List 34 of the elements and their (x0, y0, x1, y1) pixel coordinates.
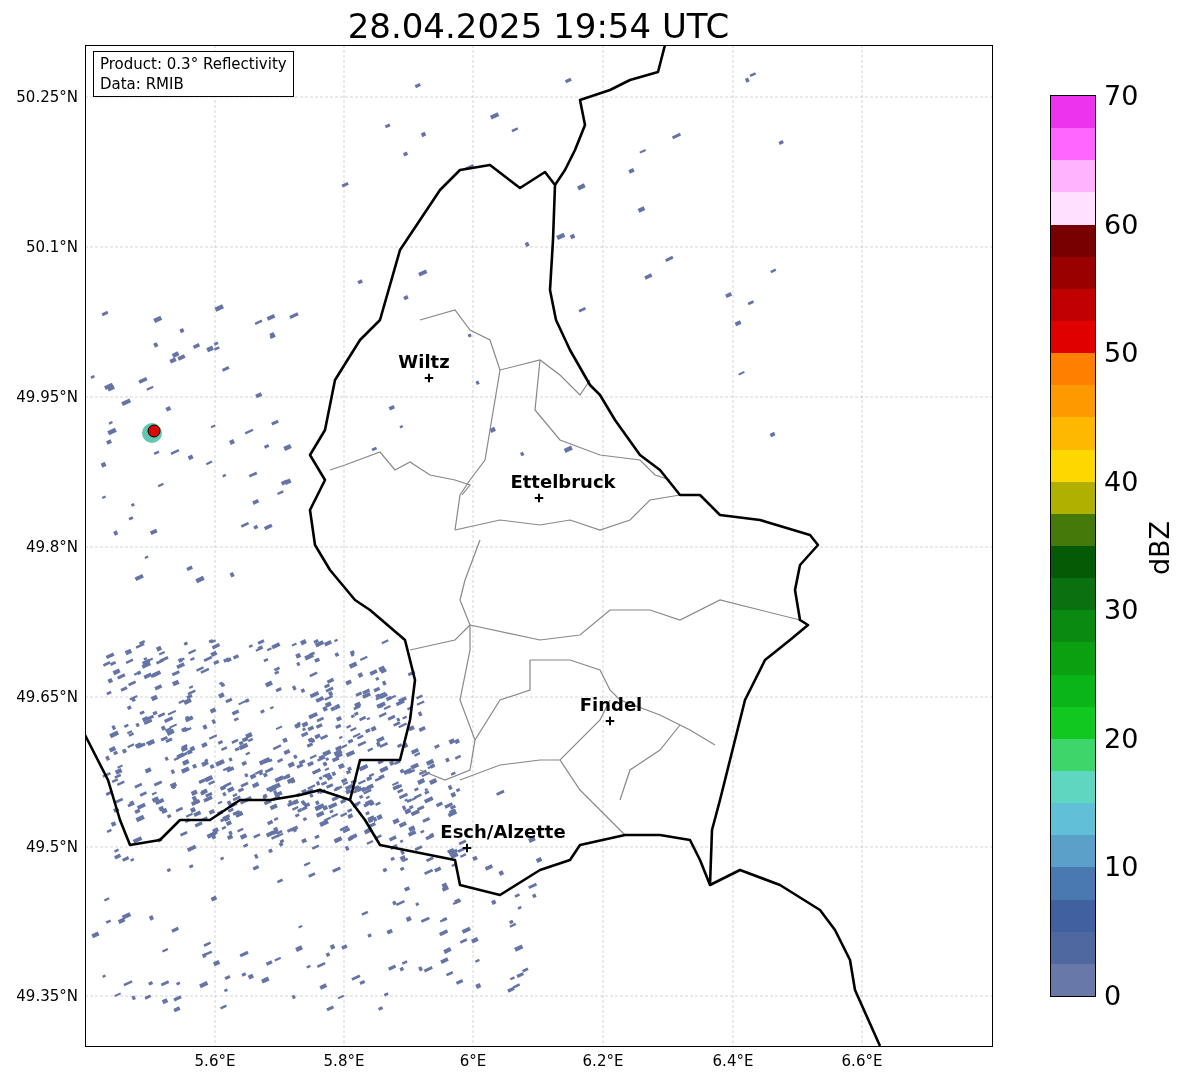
colorbar-tick-label: 0 (1104, 981, 1122, 1011)
city-label: Wiltz (398, 351, 450, 373)
axis-tick-label: 49.8°N (25, 536, 78, 558)
city-label: Esch/Alzette (440, 821, 566, 843)
colorbar-tick-label: 60 (1104, 209, 1139, 240)
colorbar-tick-label: 20 (1104, 723, 1139, 754)
axis-tick-label: 6.2°E (582, 1051, 624, 1072)
axis-tick-label: 49.95°N (16, 386, 78, 408)
axis-tick-label: 49.65°N (16, 686, 78, 708)
axis-tick-label: 5.6°E (194, 1051, 236, 1072)
info-text: Product: 0.3° Reflectivity (100, 54, 287, 74)
city-marker-icon (534, 493, 544, 503)
axis-tick-label: 50.1°N (25, 236, 78, 258)
axis-tick-label: 49.5°N (25, 836, 78, 858)
colorbar-tick-label: 50 (1104, 338, 1139, 369)
colorbar-tick-label: 10 (1104, 852, 1139, 883)
city-marker-icon (424, 373, 434, 383)
city-label: Findel (579, 694, 643, 716)
axis-tick-label: 50.25°N (16, 86, 78, 108)
colorbar-label: dBZ (1145, 520, 1175, 576)
axis-tick-label: 6.6°E (841, 1051, 883, 1072)
colorbar-tick-label: 30 (1104, 595, 1139, 626)
city-marker-icon (605, 716, 615, 726)
colorbar-tick-label: 70 (1104, 81, 1139, 111)
city-label: Ettelbruck (510, 471, 616, 493)
axis-tick-label: 6°E (459, 1051, 487, 1072)
city-marker-icon (462, 843, 472, 853)
colorbar-tick-label: 40 (1104, 466, 1139, 497)
axis-tick-label: 6.4°E (712, 1051, 754, 1072)
axis-tick-label: 5.8°E (323, 1051, 365, 1072)
axis-tick-label: 49.35°N (16, 985, 78, 1007)
chart-title: 28.04.2025 19:54 UTC (346, 6, 731, 46)
radar-site-marker (142, 423, 162, 443)
info-text: Data: RMIB (100, 74, 185, 94)
